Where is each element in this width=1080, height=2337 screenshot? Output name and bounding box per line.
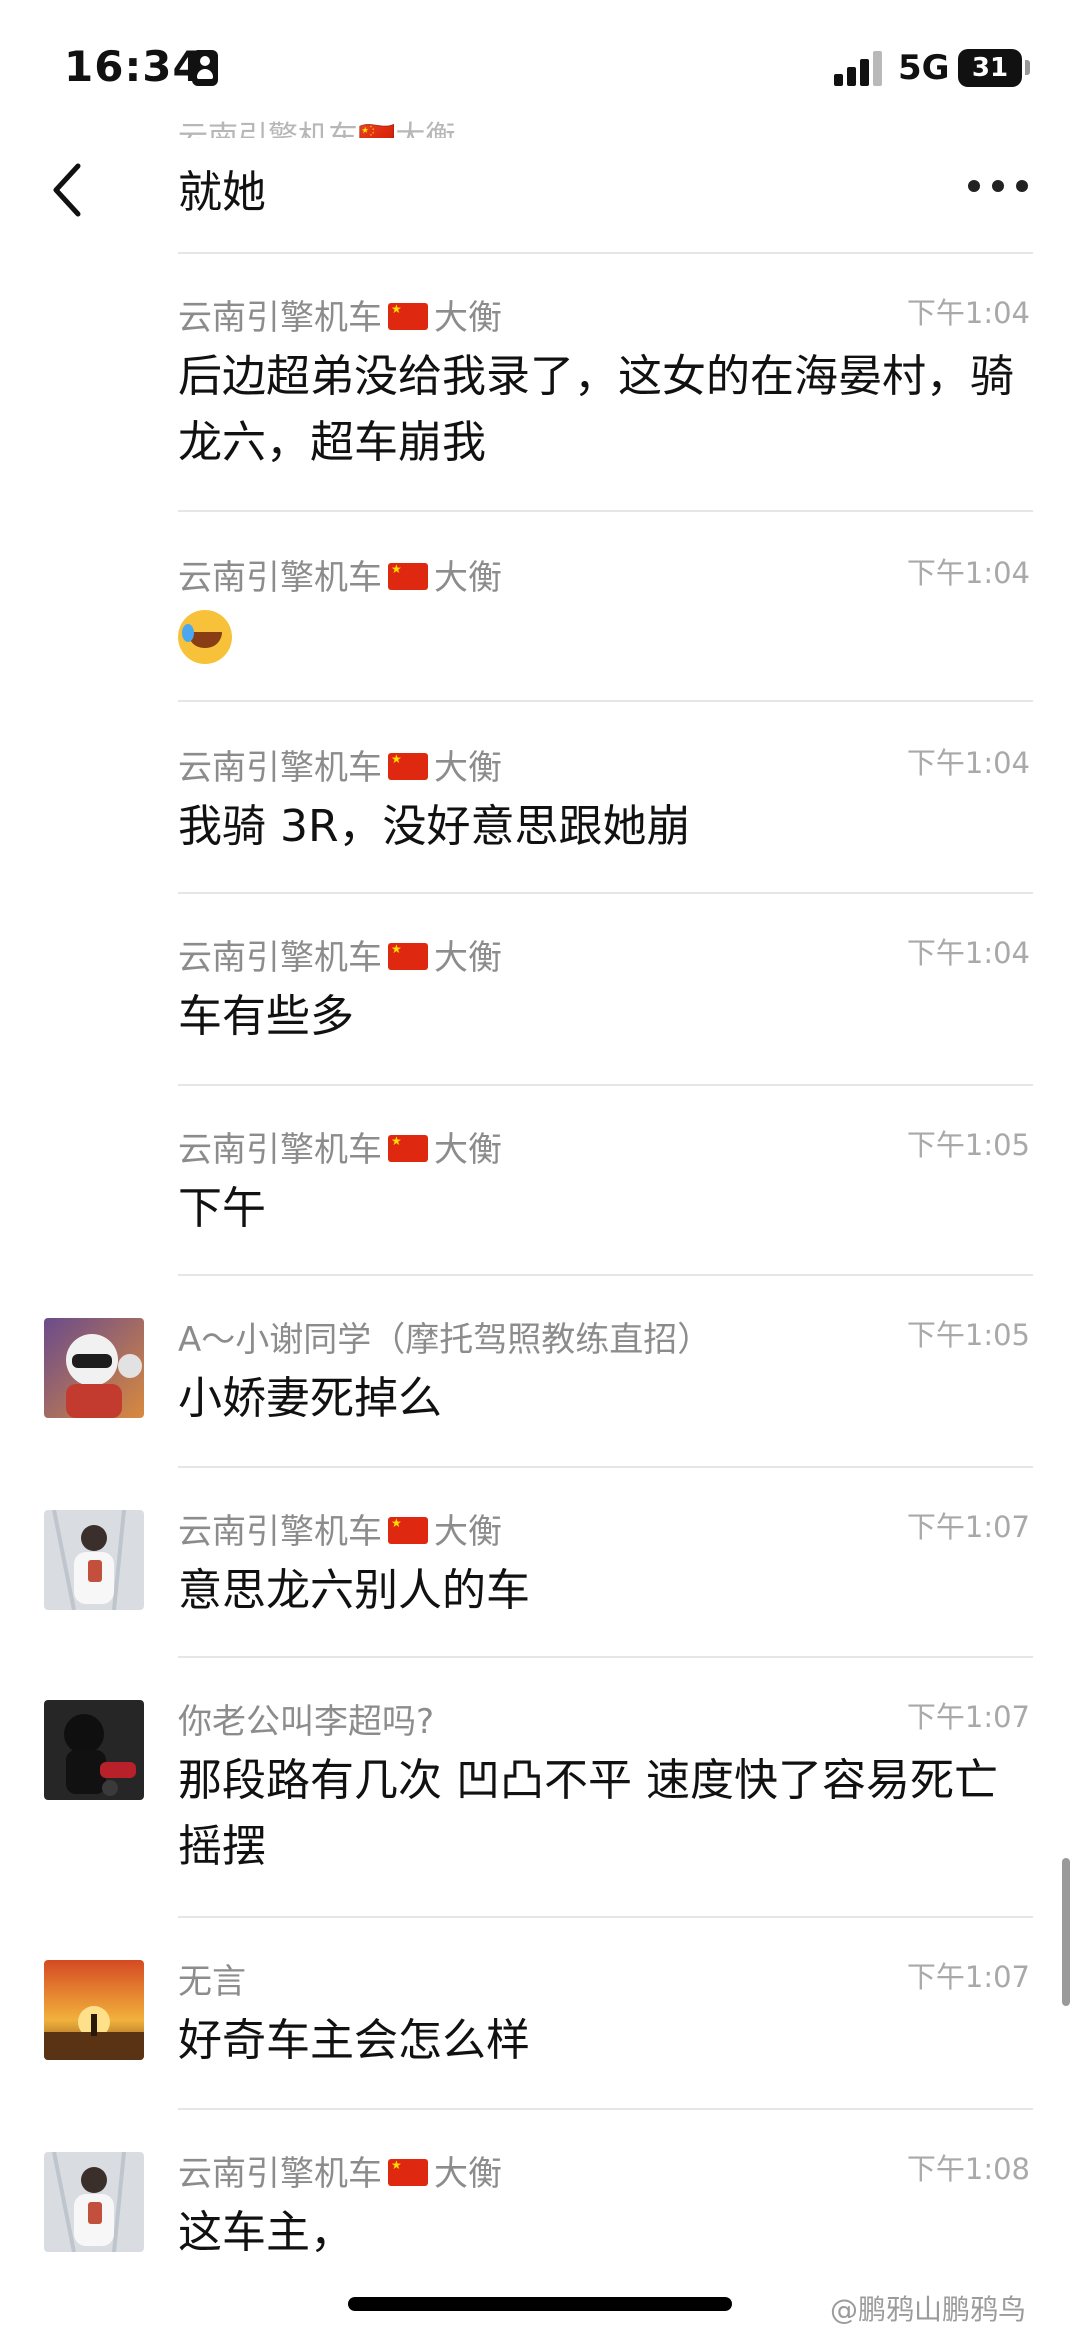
message-text: 好奇车主会怎么样 — [178, 2015, 530, 2066]
message-time: 下午1:05 — [906, 1318, 1030, 1352]
message-divider — [178, 510, 1033, 512]
avatar[interactable] — [44, 1318, 144, 1418]
message-sender: 云南引擎机车大衡 — [178, 550, 502, 599]
header-divider — [178, 252, 1033, 254]
message-text: 这车主， — [178, 2207, 354, 2258]
message-text: 小娇妻死掉么 — [178, 1373, 442, 1424]
network-label: 5G — [898, 48, 950, 88]
battery-icon: 31 — [958, 49, 1022, 87]
china-flag-icon — [388, 2159, 428, 2186]
message-emoji — [178, 604, 1028, 664]
more-horizontal-icon[interactable] — [968, 180, 1028, 194]
avatar[interactable] — [44, 1700, 144, 1800]
avatar[interactable] — [44, 1510, 144, 1610]
message-sender: 云南引擎机车大衡 — [178, 930, 502, 979]
person-badge-icon — [192, 50, 218, 86]
message-time: 下午1:04 — [906, 556, 1030, 590]
message-time: 下午1:07 — [906, 1700, 1030, 1734]
signal-icon — [834, 50, 882, 86]
message-sender: 云南引擎机车大衡 — [178, 1504, 502, 1553]
message-text: 车有些多 — [178, 991, 354, 1042]
previous-sender-partial: 云南引擎机车🇨🇳大衡 — [178, 120, 456, 138]
message-sender: A～小谢同学（摩托驾照教练直招） — [178, 1320, 712, 1360]
message-divider — [178, 1274, 1033, 1276]
message-time: 下午1:04 — [906, 296, 1030, 330]
message-divider — [178, 2108, 1033, 2110]
avatar[interactable] — [44, 2152, 144, 2252]
china-flag-icon — [388, 1517, 428, 1544]
china-flag-icon — [388, 943, 428, 970]
message-divider — [178, 1466, 1033, 1468]
china-flag-icon — [388, 303, 428, 330]
home-indicator[interactable] — [348, 2297, 732, 2311]
message-sender: 云南引擎机车大衡 — [178, 290, 502, 339]
message-sender: 云南引擎机车大衡 — [178, 2146, 502, 2195]
message-time: 下午1:05 — [906, 1128, 1030, 1162]
message-time: 下午1:04 — [906, 936, 1030, 970]
crying-laughing-emoji-icon — [178, 610, 232, 664]
message-sender: 云南引擎机车大衡 — [178, 740, 502, 789]
avatar[interactable] — [44, 1960, 144, 2060]
status-time: 16:34 — [64, 42, 203, 91]
message-time: 下午1:07 — [906, 1510, 1030, 1544]
message-time: 下午1:04 — [906, 746, 1030, 780]
china-flag-icon — [388, 1135, 428, 1162]
message-divider — [178, 1084, 1033, 1086]
message-divider — [178, 700, 1033, 702]
page-title: 就她 — [178, 167, 266, 218]
china-flag-icon — [388, 753, 428, 780]
china-flag-icon — [388, 563, 428, 590]
message-divider — [178, 892, 1033, 894]
message-sender: 云南引擎机车大衡 — [178, 1122, 502, 1171]
battery-cap — [1025, 60, 1030, 75]
message-text: 那段路有几次 凹凸不平 速度快了容易死亡摇摆 — [178, 1755, 998, 1872]
message-text: 意思龙六别人的车 — [178, 1565, 530, 1616]
message-divider — [178, 1916, 1033, 1918]
scrollbar[interactable] — [1062, 1858, 1070, 2006]
message-text: 我骑 3R，没好意思跟她崩 — [178, 801, 691, 852]
message-sender: 无言 — [178, 1962, 246, 2002]
message-divider — [178, 1656, 1033, 1658]
message-text: 后边超弟没给我录了，这女的在海晏村，骑龙六，超车崩我 — [178, 351, 1014, 468]
message-time: 下午1:08 — [906, 2152, 1030, 2186]
message-time: 下午1:07 — [906, 1960, 1030, 1994]
message-text: 下午 — [178, 1183, 266, 1234]
message-sender: 你老公叫李超吗? — [178, 1702, 435, 1742]
chevron-left-icon[interactable] — [46, 160, 90, 220]
watermark: @鹏鸦山鹏鸦鸟 — [830, 2293, 1027, 2326]
